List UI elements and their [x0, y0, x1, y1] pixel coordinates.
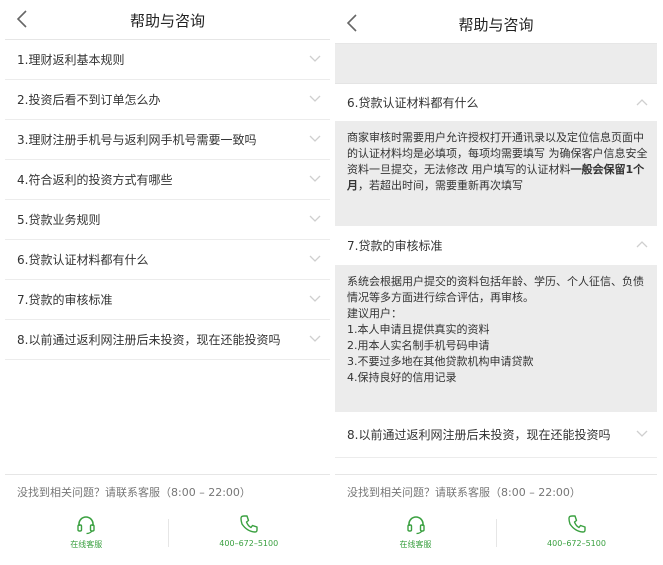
chevron-down-icon [308, 54, 322, 64]
chevron-down-icon [308, 174, 322, 184]
answer-text: 资料一旦提交，无法修改 用户填写的认证材料一般会保留1个月，若超出时间，需要重新… [347, 162, 649, 194]
faq-item[interactable]: 7.贷款的审核标准 [5, 280, 330, 320]
faq-item[interactable]: 8.以前通过返利网注册后未投资，现在还能投资吗 [5, 320, 330, 360]
faq-item[interactable]: 2.投资后看不到订单怎么办 [5, 80, 330, 120]
answer-tip: 2.用本人实名制手机号码申请 [347, 339, 490, 352]
contact-footer: 没找到相关问题？请联系客服（8:00 – 22:00） 在线客服 400–672… [335, 474, 657, 565]
chevron-down-icon [308, 254, 322, 264]
headset-icon [77, 516, 95, 535]
faq-question: 8.以前通过返利网注册后未投资，现在还能投资吗 [17, 333, 281, 347]
online-service-button[interactable]: 在线客服 [5, 513, 168, 553]
chevron-down-icon [308, 214, 322, 224]
chevron-up-icon [635, 239, 649, 249]
footer-note: 没找到相关问题？请联系客服（8:00 – 22:00） [17, 486, 251, 499]
faq-item-expanded[interactable]: 7.贷款的审核标准 [335, 226, 657, 266]
footer-note: 没找到相关问题？请联系客服（8:00 – 22:00） [347, 486, 581, 499]
faq-question: 1.理财返利基本规则 [17, 53, 125, 67]
phone-number-label: 400–672–5100 [219, 539, 279, 548]
phone-icon [567, 515, 586, 533]
phone-number-label: 400–672–5100 [547, 539, 606, 548]
answer-text: 系统会根据用户提交的资料包括年龄、学历、个人征信、负债情况等多方面进行综合评估，… [347, 275, 644, 304]
chevron-down-icon [635, 429, 649, 439]
faq-answer: 系统会根据用户提交的资料包括年龄、学历、个人征信、负债情况等多方面进行综合评估，… [335, 266, 657, 412]
nav-header: 帮助与咨询 [5, 0, 330, 40]
faq-item[interactable]: 5.贷款业务规则 [5, 200, 330, 240]
faq-question: 6.贷款认证材料都有什么 [17, 253, 149, 267]
faq-question: 7.贷款的审核标准 [17, 293, 113, 307]
faq-item[interactable]: 4.符合返利的投资方式有哪些 [5, 160, 330, 200]
faq-item[interactable]: 3.理财注册手机号与返利网手机号需要一致吗 [5, 120, 330, 160]
answer-tip: 4.保持良好的信用记录 [347, 371, 457, 384]
answer-text: 商家审核时需要用户允许授权打开通讯录以及定位信息页面中的认证材料均是必填项，每项… [347, 131, 648, 160]
faq-item[interactable]: 8.以前通过返利网注册后未投资，现在还能投资吗 [335, 412, 657, 458]
help-screen-collapsed: 帮助与咨询 1.理财返利基本规则 2.投资后看不到订单怎么办 3.理财注册手机号… [5, 0, 330, 565]
nav-header: 帮助与咨询 [335, 0, 657, 44]
answer-text-part: 资料一旦提交，无法修改 用户填写的认证材料 [347, 163, 571, 176]
chevron-down-icon [308, 134, 322, 144]
faq-question: 5.贷款业务规则 [17, 213, 101, 227]
answer-tip: 3.不要过多地在其他贷款机构申请贷款 [347, 355, 534, 368]
faq-question: 6.贷款认证材料都有什么 [347, 96, 479, 110]
page-title: 帮助与咨询 [129, 12, 205, 30]
faq-question: 2.投资后看不到订单怎么办 [17, 93, 161, 107]
faq-answer: 商家审核时需要用户允许授权打开通讯录以及定位信息页面中的认证材料均是必填项，每项… [335, 122, 657, 226]
online-service-label: 在线客服 [70, 540, 103, 549]
phone-button[interactable]: 400–672–5100 [168, 513, 331, 553]
page-title: 帮助与咨询 [458, 16, 534, 34]
faq-question: 3.理财注册手机号与返利网手机号需要一致吗 [17, 133, 257, 147]
faq-question: 4.符合返利的投资方式有哪些 [17, 173, 173, 187]
faq-question: 7.贷款的审核标准 [347, 239, 443, 253]
phone-button[interactable]: 400–672–5100 [496, 513, 657, 553]
chevron-down-icon [308, 294, 322, 304]
spacer-band [335, 44, 657, 84]
faq-item[interactable]: 1.理财返利基本规则 [5, 40, 330, 80]
chevron-down-icon [308, 334, 322, 344]
faq-item-expanded[interactable]: 6.贷款认证材料都有什么 [335, 84, 657, 122]
phone-icon [240, 515, 258, 533]
help-screen-expanded: 帮助与咨询 6.贷款认证材料都有什么 商家审核时需要用户允许授权打开通讯录以及定… [335, 0, 657, 565]
answer-tip: 1.本人申请且提供真实的资料 [347, 323, 490, 336]
headset-icon [406, 516, 425, 535]
contact-footer: 没找到相关问题？请联系客服（8:00 – 22:00） 在线客服 400–672… [5, 474, 330, 565]
online-service-button[interactable]: 在线客服 [335, 513, 496, 553]
online-service-label: 在线客服 [399, 540, 432, 549]
answer-text-part: ，若超出时间，需要重新再次填写 [358, 179, 523, 192]
chevron-down-icon [308, 94, 322, 104]
answer-advice: 建议用户： [347, 307, 402, 320]
faq-question: 8.以前通过返利网注册后未投资，现在还能投资吗 [347, 428, 611, 442]
faq-item[interactable]: 6.贷款认证材料都有什么 [5, 240, 330, 280]
chevron-up-icon [635, 97, 649, 107]
